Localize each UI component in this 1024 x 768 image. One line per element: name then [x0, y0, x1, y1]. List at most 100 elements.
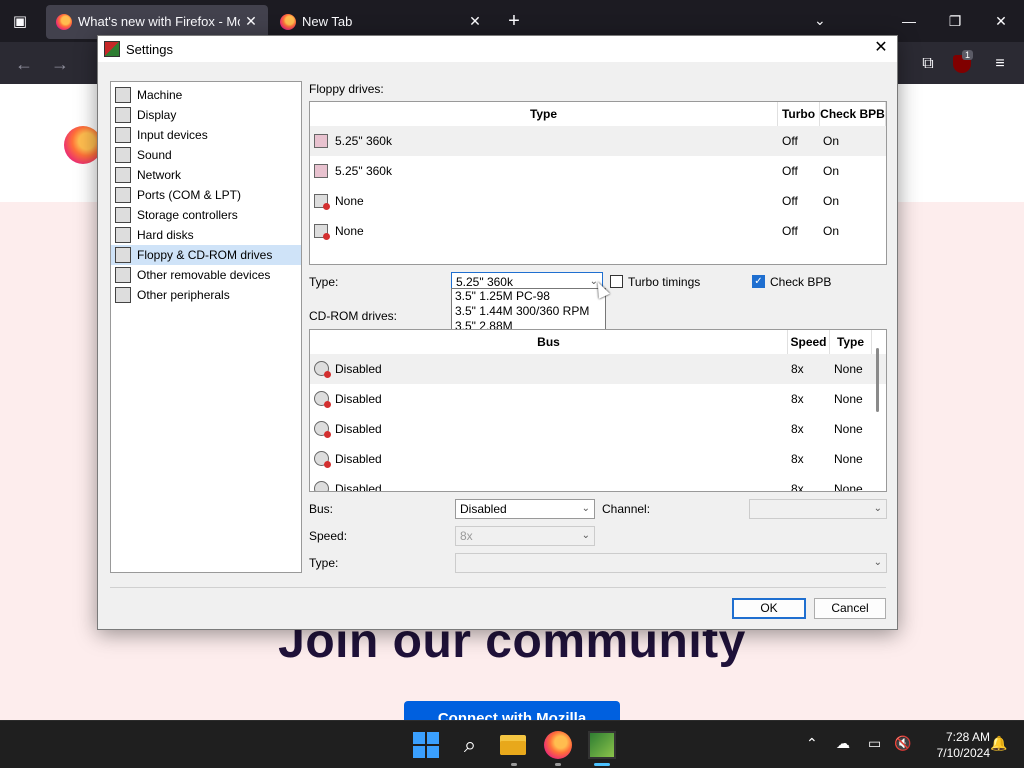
hard-disk-icon — [115, 227, 131, 243]
cell-check-bpb: On — [823, 134, 840, 148]
nav-item-machine[interactable]: Machine — [111, 85, 301, 105]
floppy-type-value: 5.25" 360k — [456, 275, 513, 289]
forward-icon[interactable]: → — [48, 52, 72, 76]
ok-button[interactable]: OK — [732, 598, 806, 619]
cell-check-bpb: On — [823, 224, 840, 238]
cdrom-type-select[interactable]: ⌄ — [455, 553, 887, 573]
cell-type: None — [834, 482, 863, 492]
taskbar: ⌕ ⌃ ☁ ▭ 🔇 7:28 AM 7/10/2024 🔔 — [0, 720, 1024, 768]
cell-bus: Disabled — [335, 422, 382, 436]
table-row[interactable]: Disabled 8x None — [310, 354, 886, 384]
cell-type: None — [834, 362, 863, 376]
removable-device-icon — [115, 267, 131, 283]
column-header-turbo[interactable]: Turbo — [778, 102, 820, 126]
table-row[interactable]: Disabled 8x None — [310, 474, 886, 492]
connect-button[interactable]: Connect with Mozilla — [404, 701, 620, 720]
new-tab-button[interactable]: + — [502, 10, 526, 34]
cell-bus: Disabled — [335, 392, 382, 406]
floppy-table[interactable]: Type Turbo Check BPB 5.25" 360k Off On 5… — [309, 101, 887, 265]
cell-speed: 8x — [791, 452, 804, 466]
menu-icon[interactable]: ≡ — [988, 52, 1012, 76]
tab-whats-new[interactable]: What's new with Firefox - More ✕ — [46, 5, 268, 39]
table-row[interactable]: Disabled 8x None — [310, 444, 886, 474]
nav-item-label: Machine — [137, 88, 183, 102]
minimize-icon[interactable]: — — [894, 10, 924, 32]
table-row[interactable]: 5.25" 360k Off On — [310, 156, 886, 186]
display-network-icon[interactable]: ▭ — [868, 735, 881, 752]
running-indicator — [555, 763, 561, 766]
dropdown-option[interactable]: 3.5" 1.25M PC-98 — [452, 289, 605, 304]
cell-bus: Disabled — [335, 362, 382, 376]
table-row[interactable]: None Off On — [310, 216, 886, 246]
firefox-icon[interactable] — [544, 731, 572, 759]
floppy-disk-icon — [314, 164, 328, 178]
check-bpb-checkbox[interactable]: ✓ — [752, 275, 765, 288]
start-icon[interactable] — [412, 731, 440, 759]
nav-item-network[interactable]: Network — [111, 165, 301, 185]
restore-icon[interactable]: ❐ — [940, 10, 970, 32]
peripherals-icon — [115, 287, 131, 303]
tab-title: New Tab — [302, 14, 353, 29]
extensions-icon[interactable]: ⧉ — [916, 52, 940, 76]
nav-item-peripherals[interactable]: Other peripherals — [111, 285, 301, 305]
settings-dialog: Settings ✕ Machine Display Input devices… — [97, 35, 898, 630]
cdrom-bus-select[interactable]: Disabled ⌄ — [455, 499, 595, 519]
chevron-up-icon[interactable]: ⌃ — [806, 735, 818, 752]
cdrom-speed-select[interactable]: 8x ⌄ — [455, 526, 595, 546]
cell-type: None — [834, 392, 863, 406]
cdrom-drives-label: CD-ROM drives: — [309, 309, 398, 323]
close-tab-icon[interactable]: ✕ — [466, 12, 484, 30]
app-icon — [104, 41, 120, 57]
nav-item-display[interactable]: Display — [111, 105, 301, 125]
cell-turbo: Off — [782, 164, 798, 178]
column-header-type[interactable]: Type — [310, 102, 778, 126]
column-header-bus[interactable]: Bus — [310, 330, 788, 354]
nav-item-input-devices[interactable]: Input devices — [111, 125, 301, 145]
clock[interactable]: 7:28 AM 7/10/2024 — [920, 729, 990, 761]
floppy-disabled-icon — [314, 224, 330, 240]
column-header-speed[interactable]: Speed — [788, 330, 830, 354]
dialog-close-icon[interactable]: ✕ — [871, 38, 891, 58]
nav-item-floppy-cdrom[interactable]: Floppy & CD-ROM drives — [111, 245, 301, 265]
nav-item-label: Ports (COM & LPT) — [137, 188, 242, 202]
emulator-app-icon[interactable] — [588, 731, 616, 759]
table-row[interactable]: None Off On — [310, 186, 886, 216]
tab-new-tab[interactable]: New Tab ✕ — [270, 5, 492, 39]
notification-bell-icon[interactable]: 🔔 — [990, 735, 1007, 752]
nav-item-sound[interactable]: Sound — [111, 145, 301, 165]
window-close-icon[interactable]: ✕ — [986, 10, 1016, 32]
extension-badge: 1 — [962, 50, 974, 60]
dropdown-option[interactable]: 3.5" 1.44M 300/360 RPM — [452, 304, 605, 319]
nav-item-hard-disks[interactable]: Hard disks — [111, 225, 301, 245]
tab-list-icon[interactable]: ▣ — [8, 10, 32, 34]
file-explorer-icon[interactable] — [500, 731, 528, 759]
table-row[interactable]: Disabled 8x None — [310, 414, 886, 444]
cdrom-channel-label: Channel: — [602, 502, 651, 516]
check-bpb-label: Check BPB — [770, 275, 832, 289]
chevron-down-icon[interactable]: ⌄ — [814, 12, 826, 29]
back-icon[interactable]: ← — [12, 52, 36, 76]
machine-icon — [115, 87, 131, 103]
nav-item-ports[interactable]: Ports (COM & LPT) — [111, 185, 301, 205]
volume-muted-icon[interactable]: 🔇 — [894, 735, 911, 752]
turbo-timings-checkbox[interactable] — [610, 275, 623, 288]
table-row[interactable]: 5.25" 360k Off On — [310, 126, 886, 156]
column-header-check-bpb[interactable]: Check BPB — [820, 102, 886, 126]
cancel-button[interactable]: Cancel — [814, 598, 886, 619]
close-tab-icon[interactable]: ✕ — [242, 12, 260, 30]
nav-item-removable[interactable]: Other removable devices — [111, 265, 301, 285]
cdrom-scrollbar[interactable] — [876, 348, 879, 412]
table-row[interactable]: Disabled 8x None — [310, 384, 886, 414]
cloud-offline-icon[interactable]: ☁ — [836, 735, 850, 752]
search-icon[interactable]: ⌕ — [456, 731, 484, 759]
turbo-timings-label: Turbo timings — [628, 275, 701, 289]
column-header-type[interactable]: Type — [830, 330, 872, 354]
cdrom-table[interactable]: Bus Speed Type Disabled 8x None Disabled… — [309, 329, 887, 492]
cdrom-speed-value: 8x — [460, 529, 473, 543]
nav-item-storage-controllers[interactable]: Storage controllers — [111, 205, 301, 225]
dialog-title: Settings — [126, 42, 173, 57]
floppy-disabled-icon — [314, 194, 330, 210]
cell-type: None — [335, 194, 364, 208]
cell-speed: 8x — [791, 422, 804, 436]
cdrom-channel-select[interactable]: ⌄ — [749, 499, 887, 519]
